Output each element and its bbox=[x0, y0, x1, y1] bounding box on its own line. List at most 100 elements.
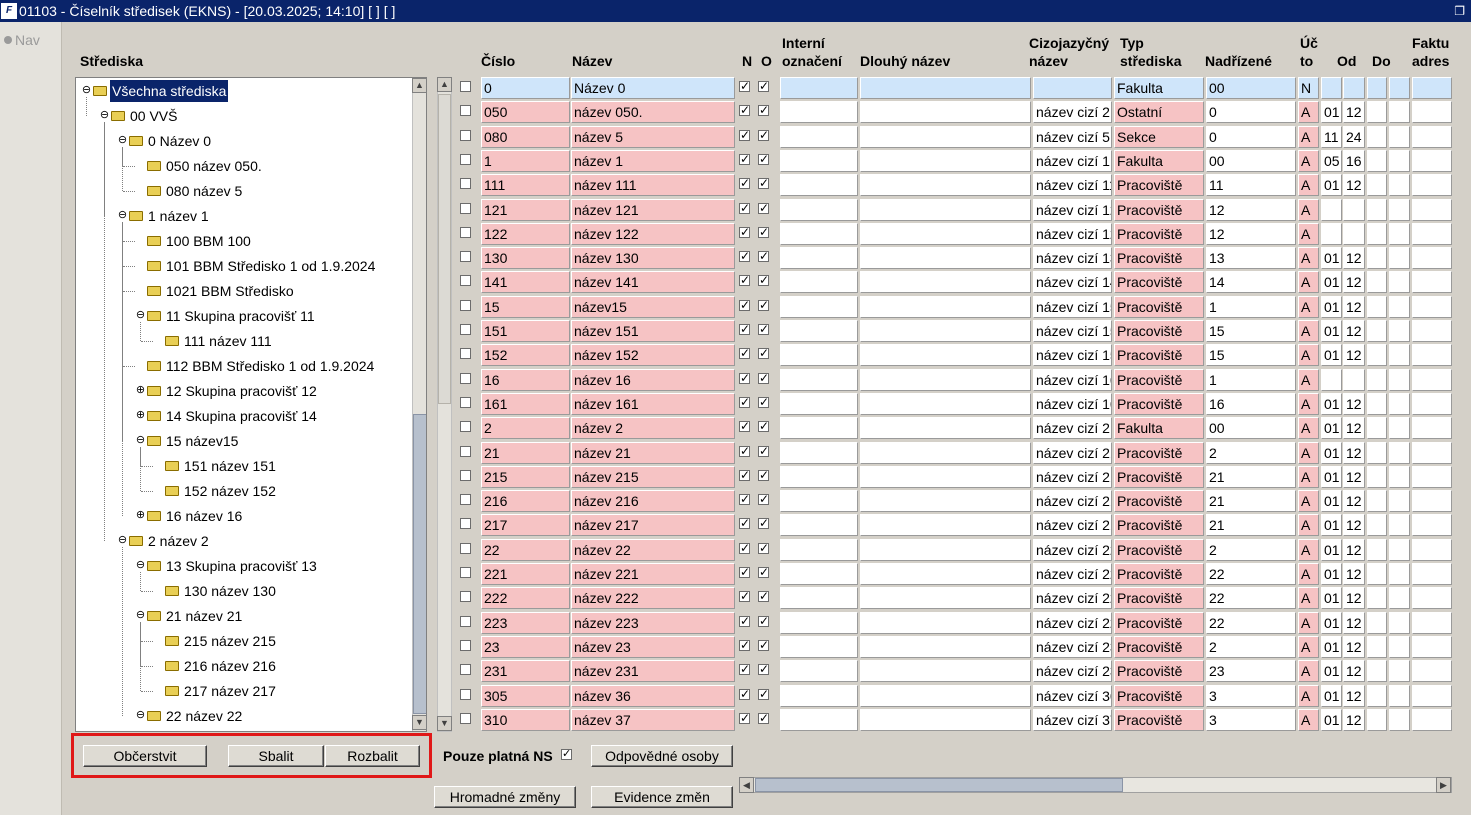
cell-fak[interactable] bbox=[1412, 223, 1452, 245]
cell-uc[interactable]: A bbox=[1298, 636, 1319, 658]
restore-window-icon[interactable]: ❐ bbox=[1454, 0, 1465, 22]
cell-cislo[interactable]: 161 bbox=[481, 393, 570, 415]
row-select-checkbox[interactable] bbox=[460, 470, 471, 481]
cell-interni[interactable] bbox=[780, 247, 858, 269]
checkbox-n[interactable]: ✓ bbox=[739, 639, 750, 651]
checkbox-o[interactable]: ✓ bbox=[758, 542, 769, 554]
checkbox-n[interactable]: ✓ bbox=[739, 80, 750, 92]
cell-cizi[interactable]: název cizí 2 bbox=[1033, 417, 1112, 439]
cell-nazev[interactable]: název 111 bbox=[571, 174, 735, 196]
cell-fak[interactable] bbox=[1412, 660, 1452, 682]
cell-ex1[interactable] bbox=[1367, 344, 1387, 366]
cell-do[interactable]: 12 bbox=[1343, 660, 1365, 682]
checkbox-o[interactable]: ✓ bbox=[758, 396, 769, 408]
cell-uc[interactable]: A bbox=[1298, 271, 1319, 293]
cell-uc[interactable]: A bbox=[1298, 247, 1319, 269]
cell-dlouhy[interactable] bbox=[860, 587, 1031, 609]
cell-cislo[interactable]: 216 bbox=[481, 490, 570, 512]
cell-fak[interactable] bbox=[1412, 296, 1452, 318]
cell-cislo[interactable]: 310 bbox=[481, 709, 570, 731]
cell-do[interactable]: 12 bbox=[1343, 296, 1365, 318]
cell-typ[interactable]: Pracoviště bbox=[1114, 344, 1204, 366]
cell-interni[interactable] bbox=[780, 344, 858, 366]
checkbox-n[interactable]: ✓ bbox=[739, 153, 750, 165]
cell-do[interactable]: 12 bbox=[1343, 636, 1365, 658]
row-select-checkbox[interactable] bbox=[460, 397, 471, 408]
cell-ex1[interactable] bbox=[1367, 417, 1387, 439]
cell-cizi[interactable]: název cizí 22 bbox=[1033, 539, 1112, 561]
checkbox-n[interactable]: ✓ bbox=[739, 274, 750, 286]
cell-cizi[interactable]: název cizí 2 bbox=[1033, 101, 1112, 123]
cell-fak[interactable] bbox=[1412, 442, 1452, 464]
cell-od[interactable]: 01 bbox=[1321, 344, 1342, 366]
cell-od[interactable]: 01 bbox=[1321, 660, 1342, 682]
cell-cizi[interactable]: název cizí 36 bbox=[1033, 685, 1112, 707]
cell-nad[interactable]: 22 bbox=[1206, 587, 1296, 609]
cell-cizi[interactable]: název cizí 23 bbox=[1033, 636, 1112, 658]
checkbox-o[interactable]: ✓ bbox=[758, 469, 769, 481]
cell-ex1[interactable] bbox=[1367, 539, 1387, 561]
cell-ex2[interactable] bbox=[1389, 296, 1410, 318]
cell-do[interactable]: 12 bbox=[1343, 514, 1365, 536]
cell-nad[interactable]: 22 bbox=[1206, 563, 1296, 585]
cell-cislo[interactable]: 223 bbox=[481, 612, 570, 634]
cell-cizi[interactable]: název cizí 23 bbox=[1033, 660, 1112, 682]
cell-typ[interactable]: Pracoviště bbox=[1114, 539, 1204, 561]
cell-ex2[interactable] bbox=[1389, 685, 1410, 707]
cell-cislo[interactable]: 121 bbox=[481, 199, 570, 221]
cell-ex1[interactable] bbox=[1367, 150, 1387, 172]
cell-cizi[interactable]: název cizí 13 bbox=[1033, 247, 1112, 269]
cell-ex2[interactable] bbox=[1389, 126, 1410, 148]
checkbox-n[interactable]: ✓ bbox=[739, 129, 750, 141]
cell-dlouhy[interactable] bbox=[860, 223, 1031, 245]
cell-nazev[interactable]: název 22 bbox=[571, 539, 735, 561]
cell-do[interactable]: 12 bbox=[1343, 320, 1365, 342]
cell-fak[interactable] bbox=[1412, 150, 1452, 172]
cell-interni[interactable] bbox=[780, 709, 858, 731]
collapse-node-icon[interactable]: ⊖ bbox=[117, 535, 128, 546]
cell-typ[interactable]: Pracoviště bbox=[1114, 660, 1204, 682]
cell-ex1[interactable] bbox=[1367, 636, 1387, 658]
cell-typ[interactable]: Pracoviště bbox=[1114, 490, 1204, 512]
cell-cislo[interactable]: 122 bbox=[481, 223, 570, 245]
cell-do[interactable]: 12 bbox=[1343, 466, 1365, 488]
cell-od[interactable] bbox=[1321, 199, 1342, 221]
cell-cislo[interactable]: 15 bbox=[481, 296, 570, 318]
cell-interni[interactable] bbox=[780, 490, 858, 512]
cell-interni[interactable] bbox=[780, 101, 858, 123]
cell-cizi[interactable]: název cizí 5 bbox=[1033, 126, 1112, 148]
row-select-checkbox[interactable] bbox=[460, 567, 471, 578]
cell-cislo[interactable]: 152 bbox=[481, 344, 570, 366]
checkbox-o[interactable]: ✓ bbox=[758, 663, 769, 675]
cell-nazev[interactable]: název 222 bbox=[571, 587, 735, 609]
checkbox-o[interactable]: ✓ bbox=[758, 347, 769, 359]
cell-nazev[interactable]: název 130 bbox=[571, 247, 735, 269]
cell-od[interactable]: 01 bbox=[1321, 587, 1342, 609]
cell-do[interactable] bbox=[1343, 223, 1365, 245]
cell-od[interactable]: 01 bbox=[1321, 101, 1342, 123]
row-select-checkbox[interactable] bbox=[460, 275, 471, 286]
cell-nazev[interactable]: název 221 bbox=[571, 563, 735, 585]
cell-ex1[interactable] bbox=[1367, 77, 1387, 99]
checkbox-n[interactable]: ✓ bbox=[739, 542, 750, 554]
cell-fak[interactable] bbox=[1412, 174, 1452, 196]
cell-interni[interactable] bbox=[780, 563, 858, 585]
cell-typ[interactable]: Pracoviště bbox=[1114, 393, 1204, 415]
checkbox-o[interactable]: ✓ bbox=[758, 153, 769, 165]
cell-cizi[interactable]: název cizí 22 bbox=[1033, 563, 1112, 585]
cell-cislo[interactable]: 231 bbox=[481, 660, 570, 682]
tree-scroll-down-icon[interactable]: ▼ bbox=[412, 715, 426, 730]
cell-dlouhy[interactable] bbox=[860, 320, 1031, 342]
row-select-checkbox[interactable] bbox=[460, 640, 471, 651]
cell-od[interactable] bbox=[1321, 77, 1342, 99]
cell-interni[interactable] bbox=[780, 514, 858, 536]
cell-uc[interactable]: A bbox=[1298, 490, 1319, 512]
cell-uc[interactable]: A bbox=[1298, 709, 1319, 731]
cell-cizi[interactable]: název cizí 16 bbox=[1033, 393, 1112, 415]
cell-nazev[interactable]: název 141 bbox=[571, 271, 735, 293]
cell-interni[interactable] bbox=[780, 199, 858, 221]
cell-ex2[interactable] bbox=[1389, 320, 1410, 342]
cell-uc[interactable]: A bbox=[1298, 393, 1319, 415]
cell-typ[interactable]: Pracoviště bbox=[1114, 199, 1204, 221]
checkbox-o[interactable]: ✓ bbox=[758, 104, 769, 116]
